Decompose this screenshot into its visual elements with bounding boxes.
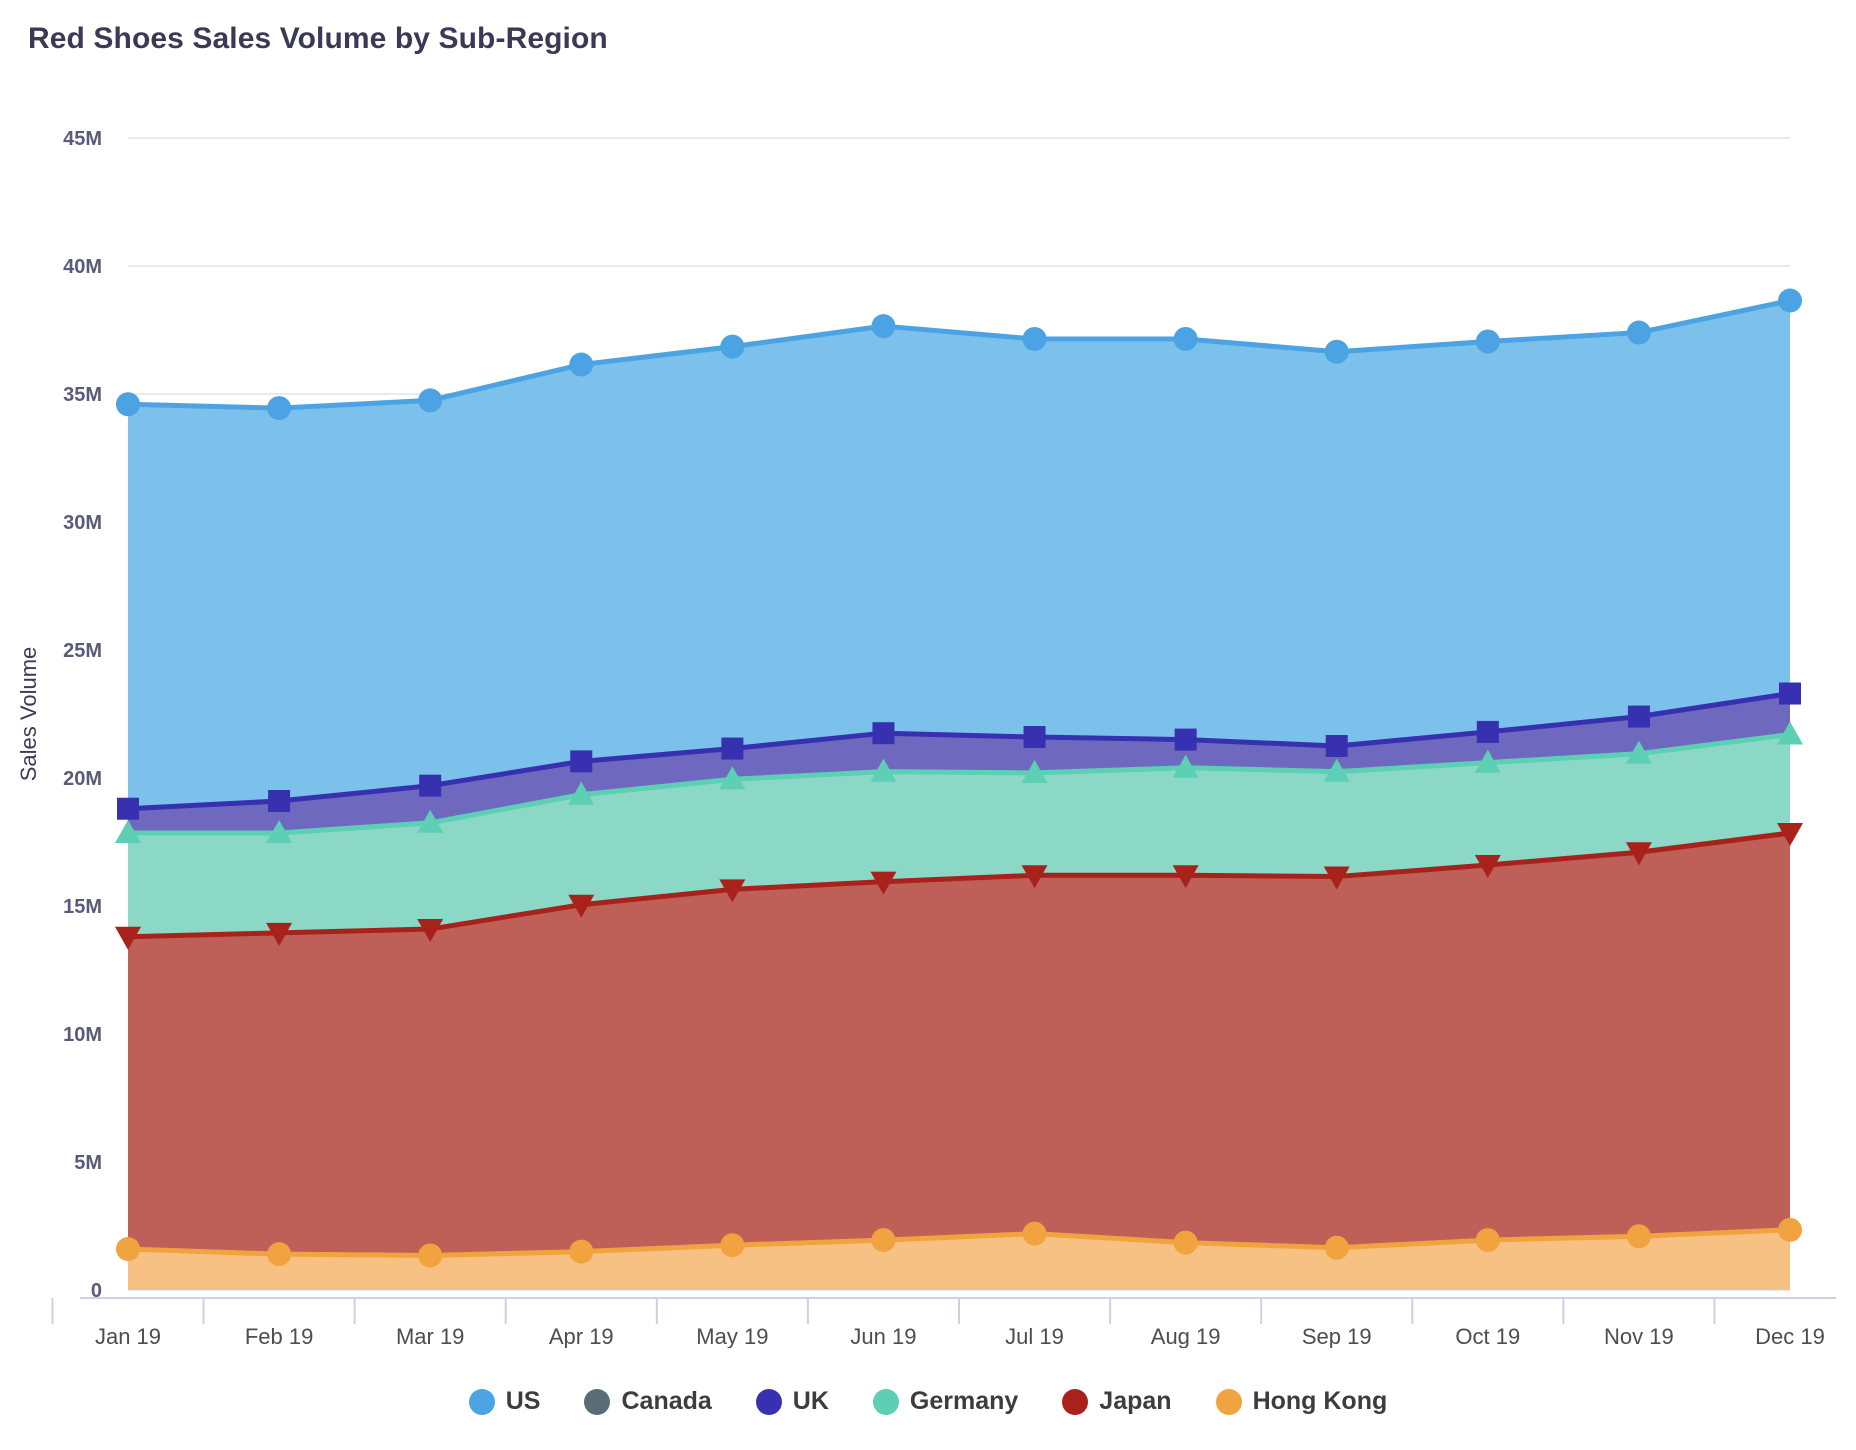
x-axis-tick-label: Nov 19: [1604, 1324, 1674, 1348]
data-point-uk[interactable]: [1325, 735, 1348, 757]
legend-item-label: Germany: [909, 1387, 1019, 1415]
y-axis: 05M10M15M20M25M30M35M40M45M: [63, 128, 102, 1302]
x-axis-tick-label: May 19: [696, 1324, 768, 1348]
legend-item-label: Japan: [1099, 1387, 1172, 1415]
data-point-us[interactable]: [1626, 320, 1651, 345]
data-point-uk[interactable]: [117, 797, 139, 820]
legend-item-canada[interactable]: Canada: [584, 1387, 712, 1416]
x-axis-tick-label: Jun 19: [850, 1324, 916, 1348]
legend-item-label: UK: [792, 1387, 829, 1415]
stacked-area-chart: 05M10M15M20M25M30M35M40M45M Jan 19 Feb 19…: [16, 128, 1836, 1348]
data-point-hong-kong[interactable]: [1022, 1221, 1047, 1246]
y-axis-tick-label: 30M: [63, 512, 102, 534]
legend: US Canada UK Germany Japan Hong Kong: [0, 1387, 1856, 1416]
data-point-hong-kong[interactable]: [418, 1243, 443, 1268]
data-point-hong-kong[interactable]: [116, 1237, 140, 1262]
x-axis-tick-label: Oct 19: [1455, 1324, 1520, 1348]
y-axis-tick-label: 45M: [63, 128, 102, 150]
data-point-us[interactable]: [1778, 288, 1802, 313]
legend-item-japan[interactable]: Japan: [1062, 1387, 1172, 1416]
data-point-us[interactable]: [1022, 326, 1047, 351]
plot-area: 0 5M 10M 15M 20M 25M 30M 35M 40M 45M Jan 19 Feb 19…: [0, 78, 1856, 1348]
legend-item-uk[interactable]: UK: [755, 1387, 829, 1416]
y-axis-tick-label: 25M: [63, 640, 102, 662]
data-point-hong-kong[interactable]: [720, 1233, 745, 1258]
x-axis: Jan 19 Feb 19 Mar 19 Apr 19 May 19 Jun 19 Jul …: [51, 1297, 1836, 1348]
y-axis-tick-label: 20M: [63, 768, 102, 790]
x-axis-tick-label: Mar 19: [396, 1324, 464, 1348]
x-axis-tick-label: Jan 19: [95, 1324, 161, 1348]
data-point-hong-kong[interactable]: [871, 1228, 896, 1253]
legend-item-label: US: [505, 1387, 541, 1415]
y-axis-tick-label: 35M: [63, 384, 102, 406]
y-axis-tick-label: 5M: [74, 1152, 102, 1174]
data-point-uk[interactable]: [570, 750, 593, 773]
legend-swatch-icon: [1062, 1388, 1089, 1415]
legend-swatch-icon: [1215, 1388, 1242, 1415]
data-point-hong-kong[interactable]: [267, 1242, 292, 1267]
y-axis-tick-label: 10M: [63, 1024, 102, 1046]
y-axis-title: Sales Volume: [16, 647, 41, 782]
legend-swatch-icon: [584, 1388, 611, 1415]
legend-item-hong-kong[interactable]: Hong Kong: [1215, 1387, 1388, 1416]
data-point-uk[interactable]: [419, 774, 442, 797]
data-point-uk[interactable]: [1779, 682, 1801, 705]
legend-item-us[interactable]: US: [468, 1387, 541, 1416]
legend-item-label: Hong Kong: [1252, 1387, 1388, 1415]
data-point-uk[interactable]: [268, 790, 291, 813]
legend-swatch-icon: [468, 1388, 495, 1415]
data-point-uk[interactable]: [1476, 720, 1499, 743]
data-point-hong-kong[interactable]: [1626, 1224, 1651, 1249]
data-point-us[interactable]: [267, 396, 292, 421]
x-axis-tick-label: Feb 19: [245, 1324, 314, 1348]
data-point-hong-kong[interactable]: [1173, 1230, 1198, 1255]
data-point-uk[interactable]: [1174, 728, 1197, 751]
y-axis-title-label: Sales Volume: [16, 647, 41, 782]
x-axis-tick-label: Apr 19: [549, 1324, 614, 1348]
x-axis-tick-label: Sep 19: [1302, 1324, 1372, 1348]
legend-swatch-icon: [755, 1388, 782, 1415]
data-point-uk[interactable]: [872, 722, 895, 745]
data-point-hong-kong[interactable]: [569, 1239, 594, 1264]
x-axis-tick-label: Dec 19: [1755, 1324, 1825, 1348]
y-axis-tick-label: 15M: [63, 896, 102, 918]
legend-item-germany[interactable]: Germany: [872, 1387, 1019, 1416]
area-series-group: [128, 300, 1790, 1290]
legend-item-label: Canada: [621, 1387, 712, 1415]
y-axis-tick-label: 40M: [63, 256, 102, 278]
data-point-us[interactable]: [116, 392, 140, 417]
x-axis-tick-label: Jul 19: [1005, 1324, 1064, 1348]
data-point-us[interactable]: [1173, 326, 1198, 351]
data-point-hong-kong[interactable]: [1324, 1235, 1349, 1260]
data-point-us[interactable]: [720, 334, 745, 359]
data-point-uk[interactable]: [1627, 705, 1650, 728]
data-point-us[interactable]: [1324, 339, 1349, 364]
page-title: Red Shoes Sales Volume by Sub-Region: [28, 22, 608, 55]
data-point-us[interactable]: [418, 388, 443, 413]
legend-swatch-icon: [872, 1388, 899, 1415]
data-point-uk[interactable]: [1023, 726, 1046, 749]
data-point-us[interactable]: [1475, 329, 1500, 354]
data-point-hong-kong[interactable]: [1475, 1228, 1500, 1253]
chart-card: Red Shoes Sales Volume by Sub-Region 0 5M…: [0, 0, 1856, 1450]
data-point-us[interactable]: [569, 352, 594, 377]
x-axis-tick-label: Aug 19: [1151, 1324, 1221, 1348]
data-point-uk[interactable]: [721, 737, 744, 760]
data-point-hong-kong[interactable]: [1778, 1217, 1802, 1242]
data-point-us[interactable]: [871, 314, 896, 339]
